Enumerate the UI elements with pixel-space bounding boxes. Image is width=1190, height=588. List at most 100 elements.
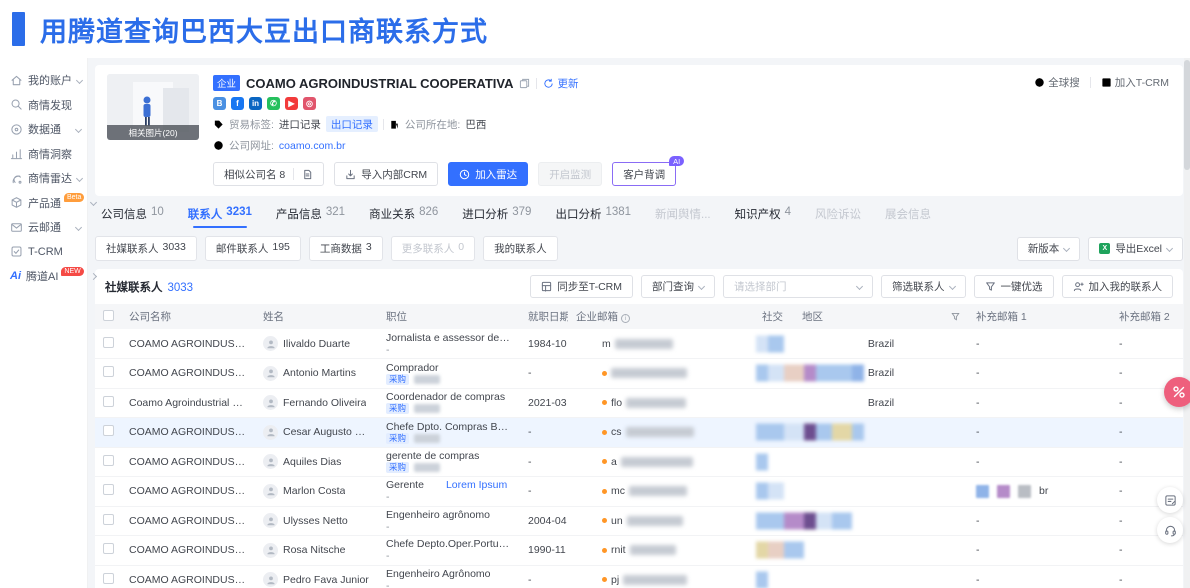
column-header-社交[interactable]: 社交 — [754, 304, 794, 329]
youtube-icon[interactable]: ▶ — [285, 97, 298, 110]
row-checkbox[interactable] — [103, 366, 114, 377]
promo-float-badge[interactable] — [1164, 377, 1190, 407]
add-tcrm-button[interactable]: 加入T-CRM — [1101, 75, 1169, 90]
avatar-icon — [263, 425, 278, 440]
contact-chip-邮件联系人[interactable]: 邮件联系人195 — [205, 236, 301, 261]
tab-产品信息[interactable]: 产品信息321 — [276, 206, 345, 229]
tab-知识产权[interactable]: 知识产权4 — [735, 206, 791, 229]
facebook-icon[interactable]: f — [231, 97, 244, 110]
tab-公司信息[interactable]: 公司信息10 — [101, 206, 164, 229]
position-title: Chefe Depto.Oper.Portuárias — [386, 538, 512, 550]
contact-chip-社媒联系人[interactable]: 社媒联系人3033 — [95, 236, 197, 261]
column-header-职位[interactable]: 职位 — [378, 304, 520, 329]
contact-chip-我的联系人[interactable]: 我的联系人 — [483, 236, 558, 261]
sidebar-item-商情雷达[interactable]: 商情雷达 — [0, 166, 87, 191]
whatsapp-icon[interactable]: ✆ — [267, 97, 280, 110]
toolbar-加入我的联系人-button[interactable]: 加入我的联系人 — [1062, 275, 1174, 298]
avatar-icon — [263, 572, 278, 587]
toolbar-筛选联系人-button[interactable]: 筛选联系人 — [881, 275, 966, 298]
sidebar-item-云邮通[interactable]: 云邮通 — [0, 215, 87, 240]
support-button[interactable] — [1157, 517, 1183, 543]
crm-icon — [10, 245, 23, 258]
add-radar-button[interactable]: 加入雷达 — [448, 162, 528, 186]
toolbar-请选择部门-select[interactable]: 请选择部门 — [723, 275, 873, 298]
table-row[interactable]: Coamo Agroindustrial CooperativaFernando… — [95, 388, 1183, 418]
hire-date-cell: - — [520, 447, 568, 477]
table-row[interactable]: COAMO AGROINDUSTRIAL COOPERAT...Pedro Fa… — [95, 565, 1183, 588]
sidebar-item-腾道AI[interactable]: Ai腾道AINEW — [0, 264, 87, 289]
email-prefix: flo — [611, 397, 622, 409]
blog-icon[interactable]: B — [213, 97, 226, 110]
sidebar-item-商情发现[interactable]: 商情发现 — [0, 93, 87, 118]
tab-label: 出口分析 — [555, 206, 601, 222]
tab-进口分析[interactable]: 进口分析379 — [462, 206, 531, 229]
version-select-button[interactable]: 新版本 — [1017, 237, 1081, 261]
tab-新闻舆情...[interactable]: 新闻舆情... — [655, 206, 711, 229]
export-excel-button[interactable]: X 导出Excel — [1088, 237, 1183, 261]
sidebar-item-T-CRM[interactable]: T-CRM — [0, 240, 87, 265]
table-row[interactable]: COAMO AGROINDUSTRIAL COOPERAT...Cesar Au… — [95, 418, 1183, 448]
toolbar-一键优选-button[interactable]: 一键优选 — [974, 275, 1054, 298]
column-header-姓名[interactable]: 姓名 — [255, 304, 378, 329]
scrollbar-thumb[interactable] — [1184, 60, 1190, 170]
table-row[interactable]: COAMO AGROINDUSTRIAL COOPERAT...Antonio … — [95, 359, 1183, 389]
row-checkbox[interactable] — [103, 337, 114, 348]
sidebar-item-产品通[interactable]: 产品通Beta — [0, 191, 87, 216]
sidebar-item-数据通[interactable]: 数据通 — [0, 117, 87, 142]
toolbar-同步至T-CRM-button[interactable]: 同步至T-CRM — [530, 275, 633, 298]
similar-company-button[interactable]: 相似公司名 8 — [213, 162, 324, 186]
contact-chip-工商数据[interactable]: 工商数据3 — [309, 236, 383, 261]
row-checkbox[interactable] — [103, 425, 114, 436]
region-filter-icon[interactable] — [951, 312, 960, 321]
company-cell: COAMO AGROINDUSTRIAL COOPERAT... — [121, 329, 255, 359]
column-header-企业邮箱[interactable]: 企业邮箱i — [568, 304, 754, 329]
tab-风险诉讼[interactable]: 风险诉讼 — [815, 206, 861, 229]
tab-展会信息[interactable]: 展会信息 — [885, 206, 931, 229]
tab-联系人[interactable]: 联系人3231 — [188, 206, 252, 229]
linkedin-icon[interactable]: in — [249, 97, 262, 110]
toolbar-部门查询-button[interactable]: 部门查询 — [641, 275, 715, 298]
column-header-地区[interactable]: 地区 — [794, 304, 968, 329]
tab-出口分析[interactable]: 出口分析1381 — [555, 206, 631, 229]
table-row[interactable]: COAMO AGROINDUSTRIAL COOPERAT...Ulysses … — [95, 506, 1183, 536]
instagram-icon[interactable]: ◎ — [303, 97, 316, 110]
feedback-button[interactable] — [1157, 487, 1183, 513]
page-scrollbar[interactable] — [1184, 58, 1190, 588]
checkbox-cell — [95, 506, 121, 536]
headset-icon — [1164, 524, 1177, 537]
row-checkbox[interactable] — [103, 484, 114, 495]
sidebar-item-商情洞察[interactable]: 商情洞察 — [0, 142, 87, 167]
company-photo[interactable]: 相关图片(20) — [107, 74, 199, 140]
table-row[interactable]: COAMO AGROINDUSTRIAL COOPERAT...Aquiles … — [95, 447, 1183, 477]
row-checkbox[interactable] — [103, 396, 114, 407]
title-accent-bar — [12, 12, 25, 46]
trade-tag-export[interactable]: 出口记录 — [326, 116, 378, 132]
tab-商业关系[interactable]: 商业关系826 — [369, 206, 438, 229]
region-cell: Brazil — [794, 388, 968, 418]
website-link[interactable]: coamo.com.br — [279, 140, 346, 152]
email-status-dot — [602, 400, 607, 405]
sidebar-item-我的账户[interactable]: 我的账户 — [0, 68, 87, 93]
table-row[interactable]: COAMO AGROINDUSTRIAL COOPERAT...Ilivaldo… — [95, 329, 1183, 359]
import-crm-button[interactable]: 导入内部CRM — [334, 162, 438, 186]
hire-date-cell: 2004-04 — [520, 506, 568, 536]
row-checkbox[interactable] — [103, 543, 114, 554]
row-checkbox[interactable] — [103, 514, 114, 525]
refresh-button[interactable]: 更新 — [543, 76, 578, 91]
position-tags: 采购 — [386, 374, 512, 385]
table-row[interactable]: COAMO AGROINDUSTRIAL COOPERAT...Marlon C… — [95, 477, 1183, 507]
select-all-checkbox[interactable] — [103, 310, 114, 321]
column-header-公司名称[interactable]: 公司名称 — [121, 304, 255, 329]
table-row[interactable]: COAMO AGROINDUSTRIAL COOPERAT...Rosa Nit… — [95, 536, 1183, 566]
trade-tag-import[interactable]: 进口记录 — [279, 117, 321, 132]
position-link[interactable]: Lorem Ipsum — [446, 479, 507, 491]
customer-check-button[interactable]: 客户背调 AI — [612, 162, 676, 186]
row-checkbox[interactable] — [103, 573, 114, 584]
global-search-button[interactable]: 全球搜 — [1034, 75, 1080, 90]
column-header-补充邮箱 1[interactable]: 补充邮箱 1 — [968, 304, 1111, 329]
procurement-tag: 采购 — [386, 403, 409, 414]
row-checkbox[interactable] — [103, 455, 114, 466]
column-header-补充邮箱 2[interactable]: 补充邮箱 2 — [1111, 304, 1183, 329]
column-header-就职日期[interactable]: 就职日期 — [520, 304, 568, 329]
copy-icon[interactable] — [519, 78, 530, 89]
